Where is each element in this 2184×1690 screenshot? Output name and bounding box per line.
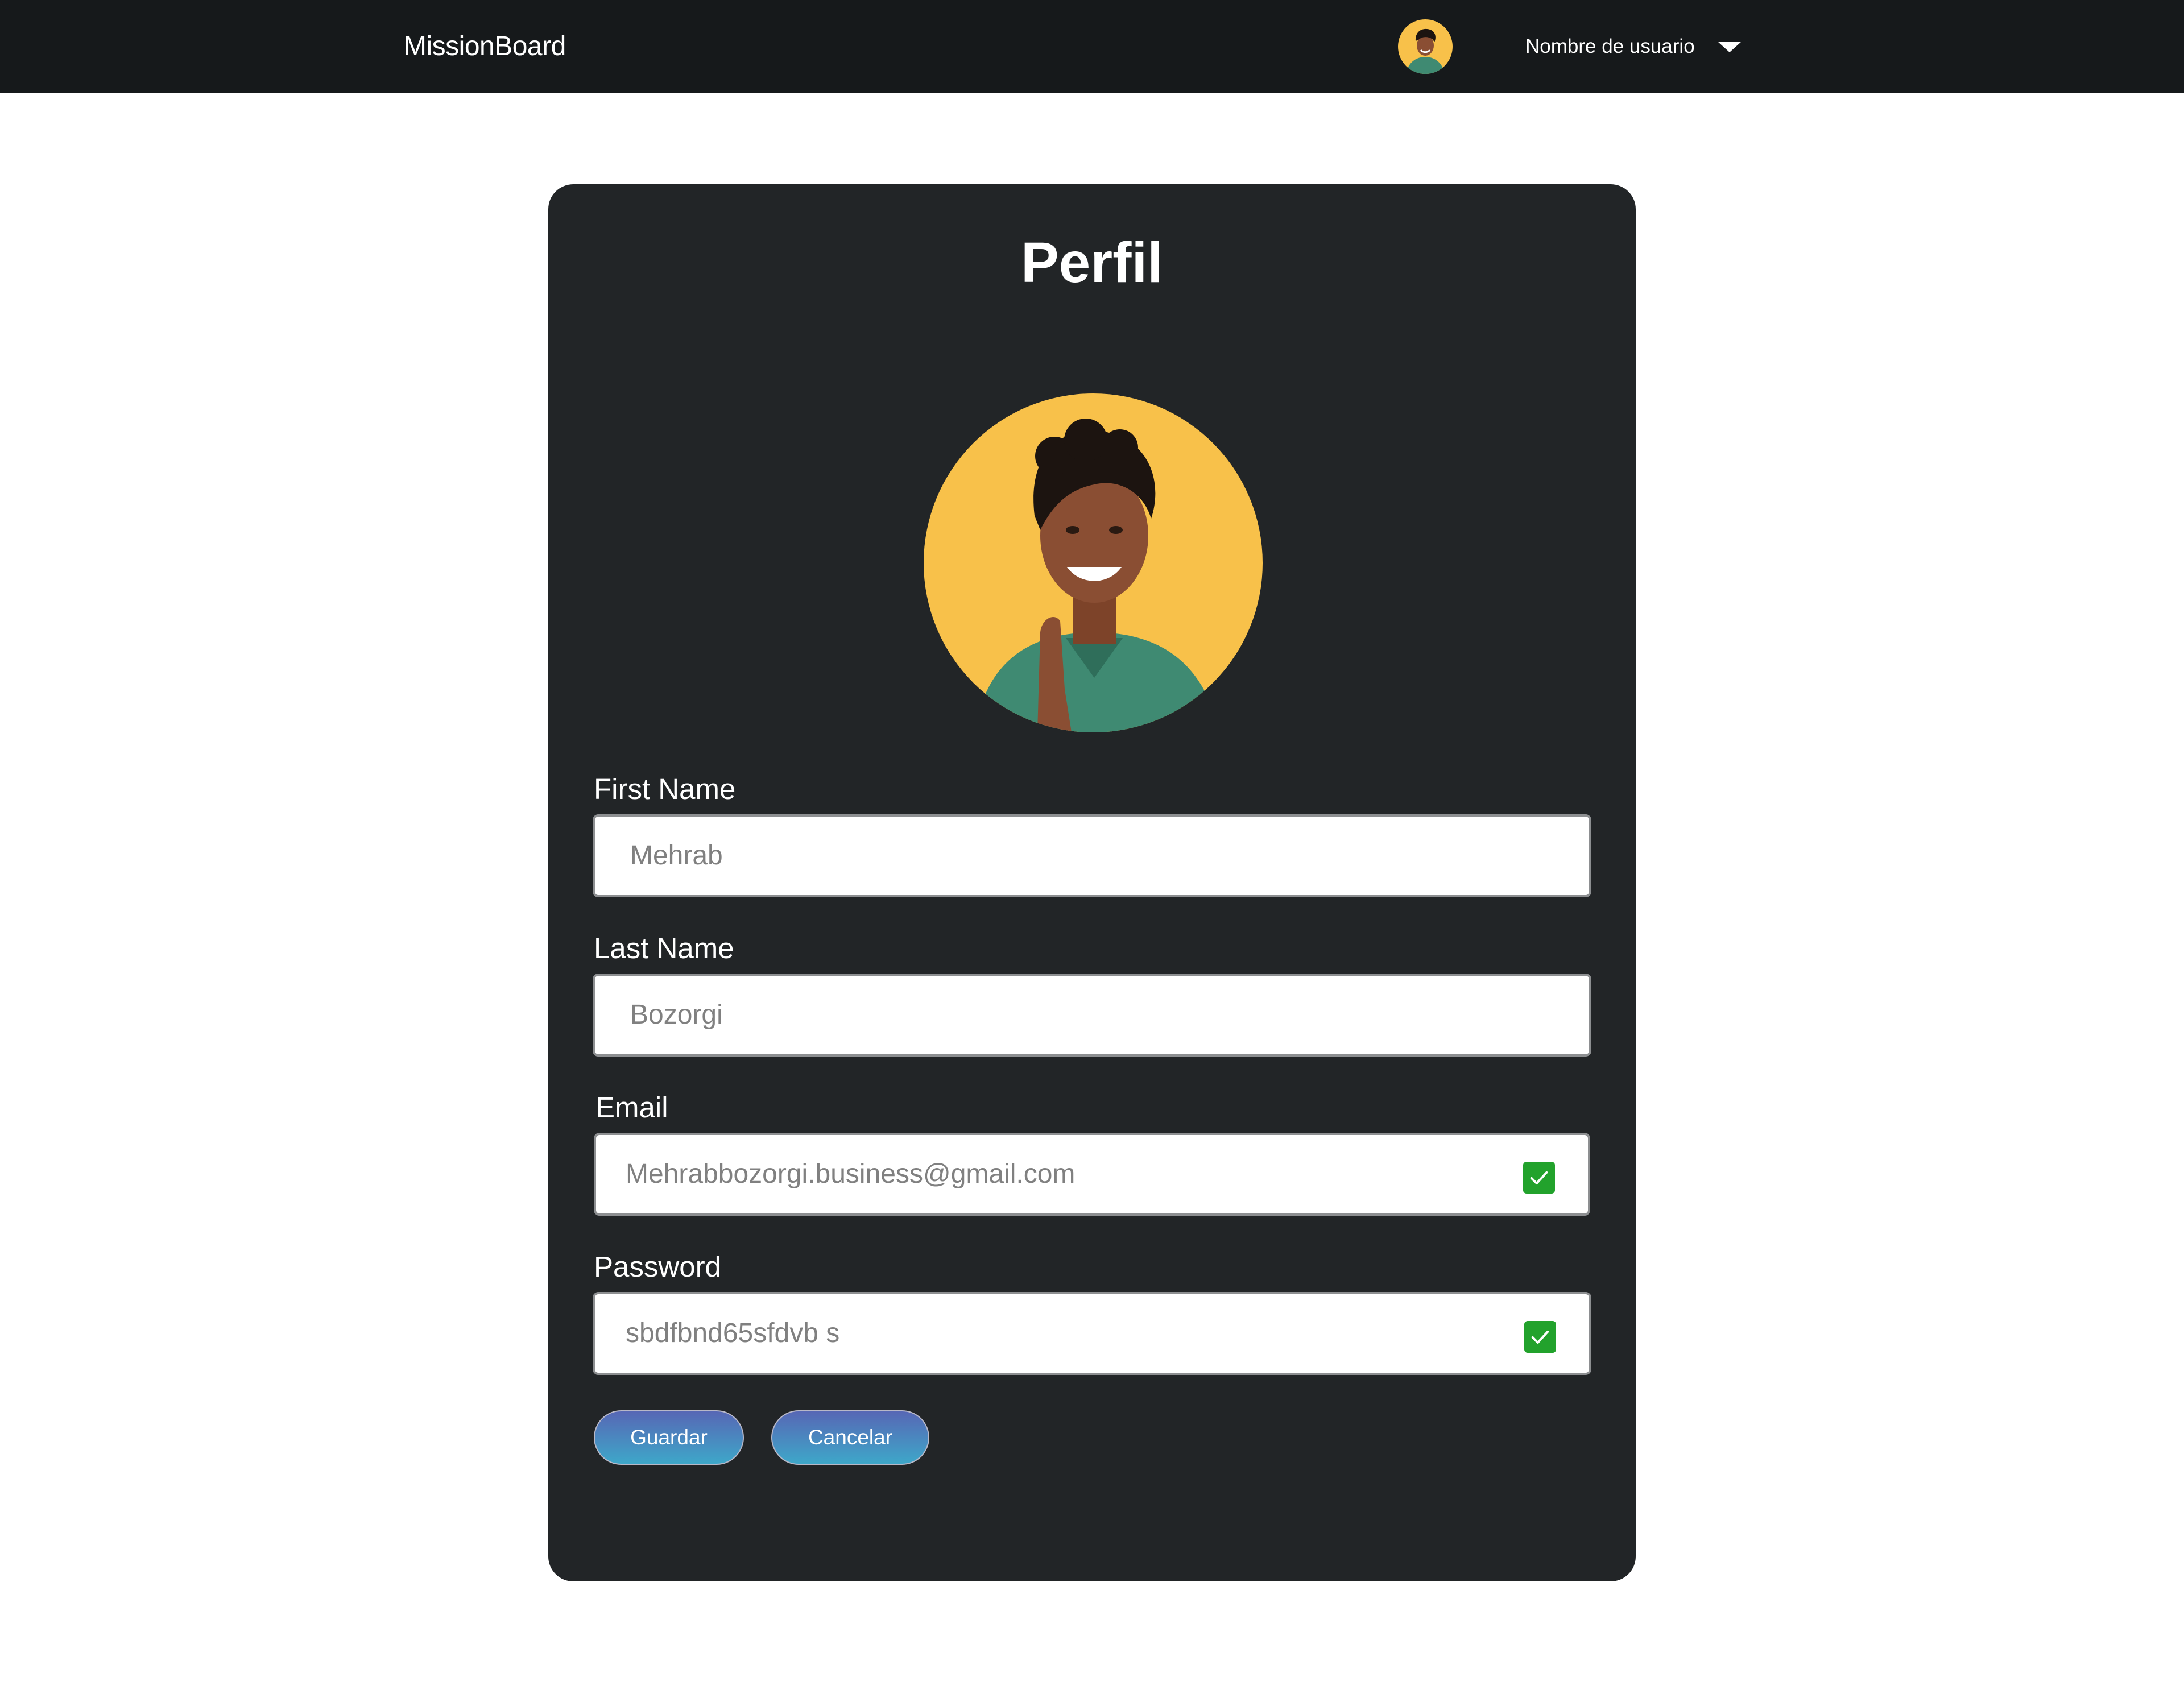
cancel-button[interactable]: Cancelar bbox=[771, 1410, 929, 1465]
check-icon bbox=[1523, 1162, 1555, 1194]
first-name-field[interactable]: Mehrab bbox=[593, 814, 1591, 897]
password-label: Password bbox=[594, 1250, 721, 1283]
last-name-field[interactable]: Bozorgi bbox=[593, 974, 1591, 1057]
password-value: sbdfbnd65sfdvb s bbox=[626, 1318, 840, 1348]
first-name-value: Mehrab bbox=[630, 840, 723, 871]
check-icon bbox=[1524, 1321, 1556, 1353]
top-navbar: MissionBoard Nombre de usuario bbox=[0, 0, 2184, 93]
page-title: Perfil bbox=[1020, 231, 1164, 295]
app-brand[interactable]: MissionBoard bbox=[404, 28, 566, 65]
chevron-down-icon bbox=[1717, 41, 1742, 52]
last-name-label: Last Name bbox=[594, 932, 734, 964]
user-menu-dropdown[interactable]: Nombre de usuario bbox=[1525, 28, 1742, 65]
profile-card: Perfil First Name Mehrab Last Name Bozor… bbox=[548, 184, 1636, 1581]
profile-photo bbox=[924, 393, 1263, 732]
save-button[interactable]: Guardar bbox=[594, 1410, 744, 1465]
navbar-avatar[interactable] bbox=[1398, 19, 1453, 74]
email-label: Email bbox=[595, 1091, 668, 1124]
username-label: Nombre de usuario bbox=[1525, 35, 1695, 57]
last-name-value: Bozorgi bbox=[630, 1000, 723, 1030]
first-name-label: First Name bbox=[594, 773, 736, 805]
password-field[interactable]: sbdfbnd65sfdvb s bbox=[593, 1292, 1591, 1375]
email-value: Mehrabbozorgi.business@gmail.com bbox=[626, 1159, 1076, 1189]
user-avatar-icon bbox=[1398, 19, 1453, 74]
email-field[interactable]: Mehrabbozorgi.business@gmail.com bbox=[594, 1133, 1590, 1216]
profile-avatar bbox=[924, 393, 1263, 732]
